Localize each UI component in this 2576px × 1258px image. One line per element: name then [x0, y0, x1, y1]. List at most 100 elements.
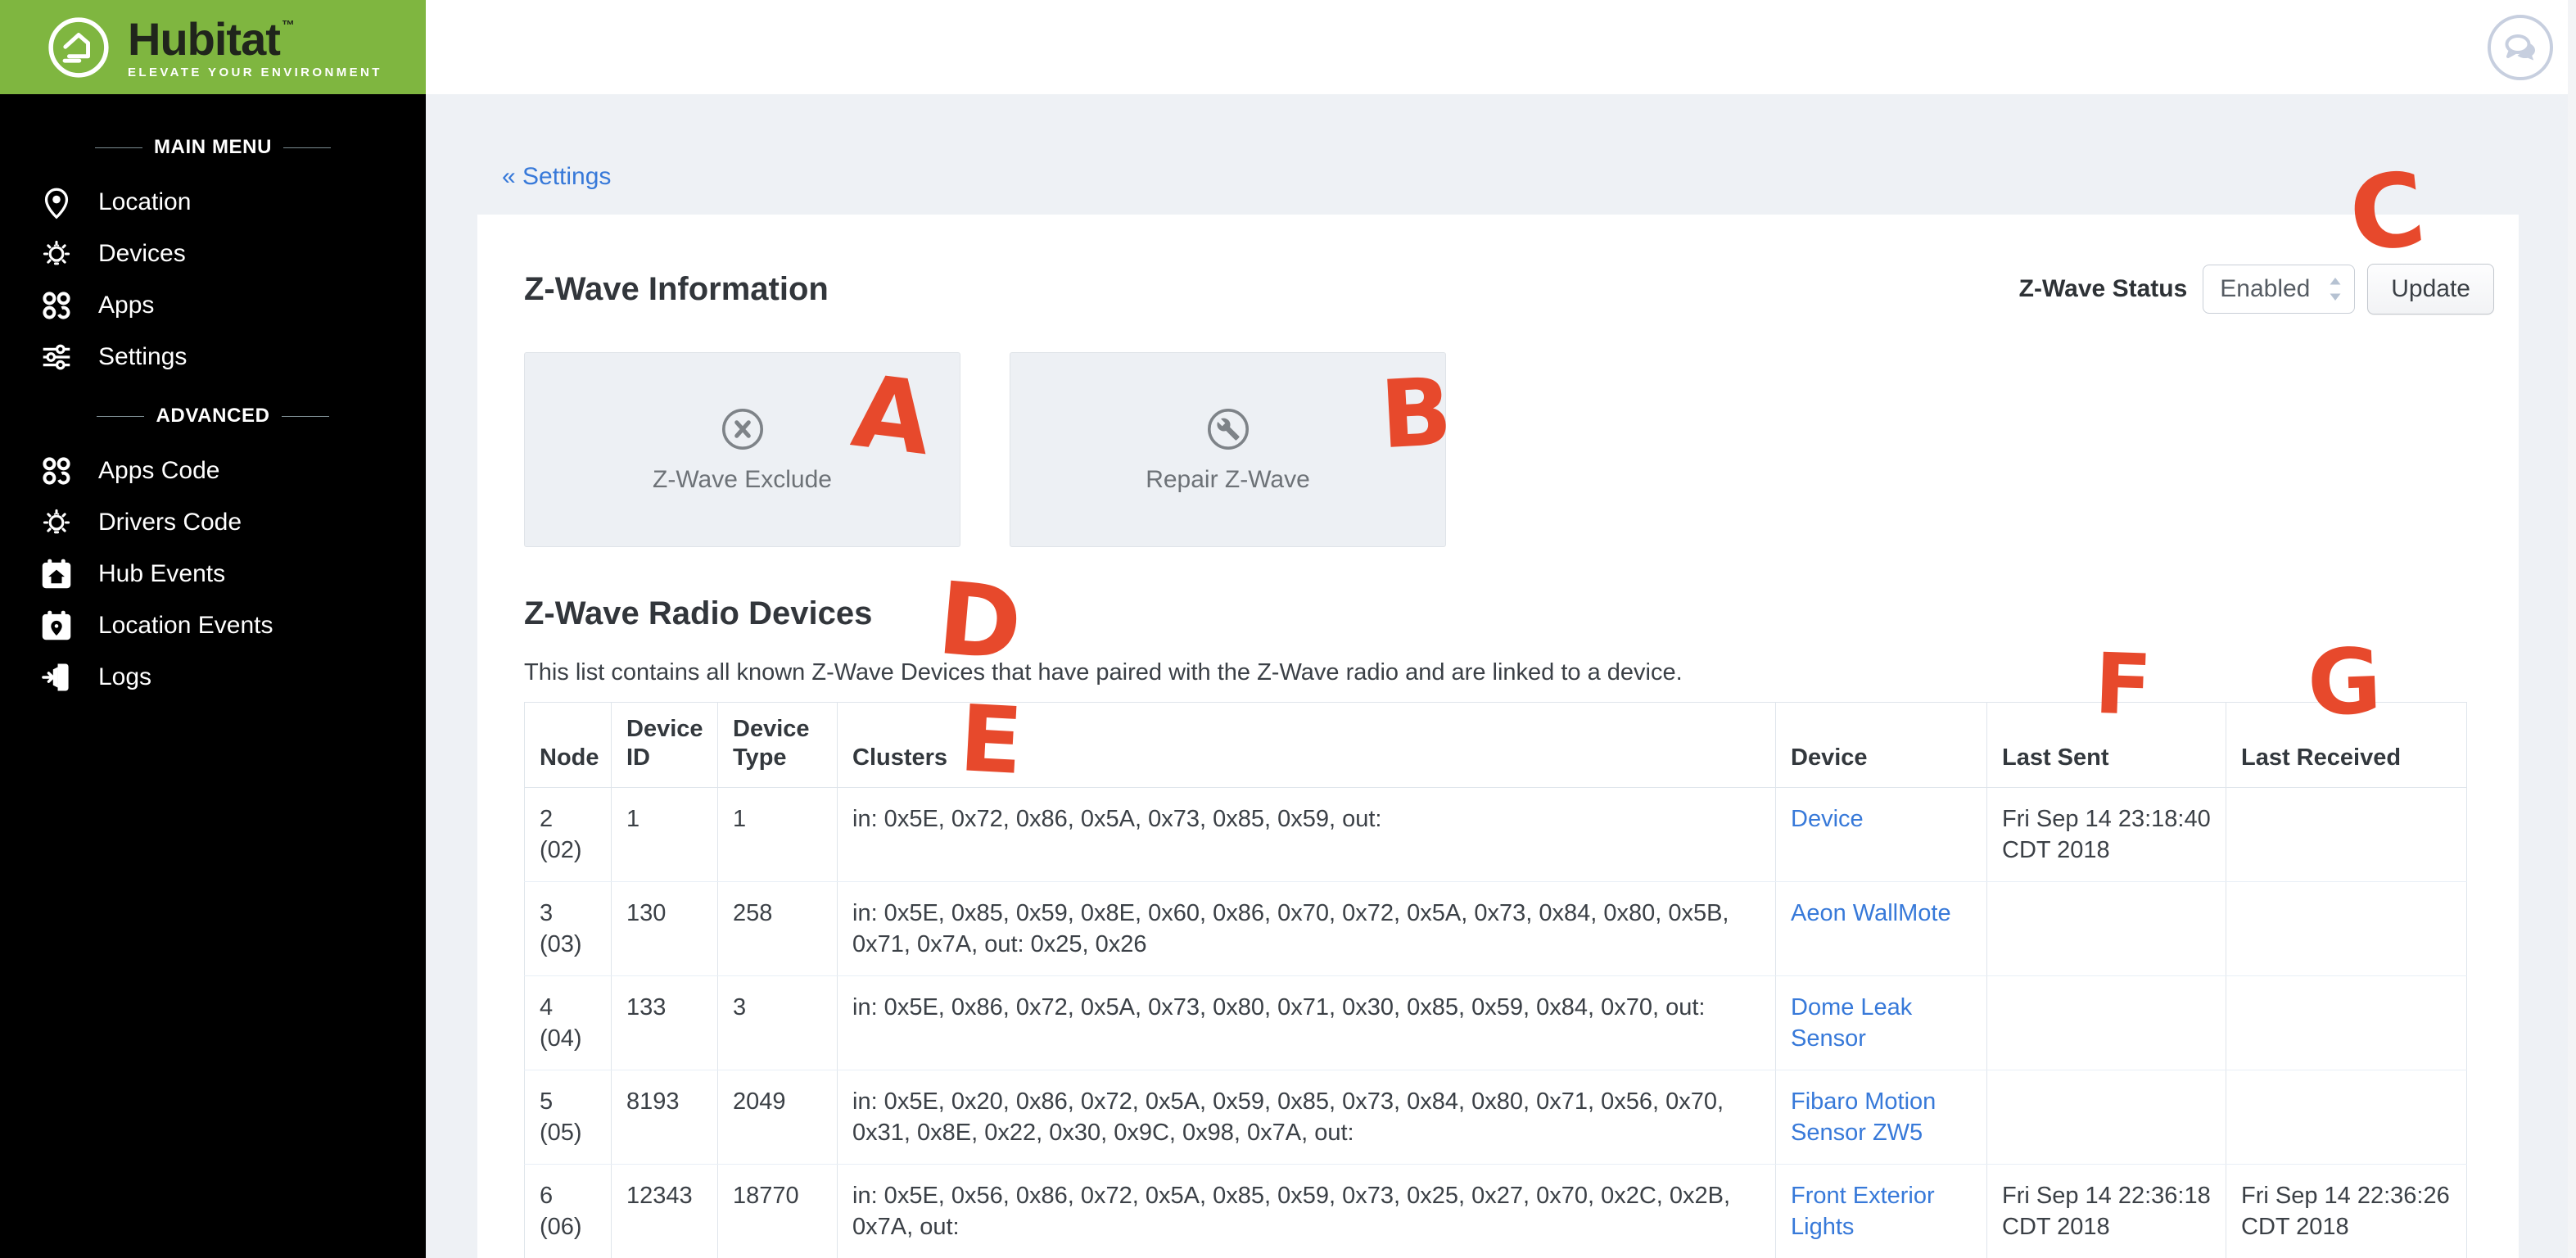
sidebar-item-settings[interactable]: Settings — [0, 331, 426, 382]
sidebar-item-devices[interactable]: Devices — [0, 228, 426, 279]
sidebar-item-location-events[interactable]: Location Events — [0, 600, 426, 651]
sidebar-item-label: Settings — [98, 342, 188, 370]
sidebar-item-label: Devices — [98, 239, 186, 267]
cell-device-type: 3 — [717, 975, 838, 1070]
settings-sliders-icon — [43, 344, 70, 369]
sidebar-item-hub-events[interactable]: Hub Events — [0, 548, 426, 600]
chat-bubbles-icon[interactable] — [2484, 11, 2556, 84]
radio-devices-description: This list contains all known Z-Wave Devi… — [524, 659, 1683, 686]
cell-node: 6 (06) — [524, 1164, 612, 1258]
circle-x-icon — [721, 408, 763, 450]
cell-device-type: 18770 — [717, 1164, 838, 1258]
topbar: Hubitat ™ ELEVATE YOUR ENVIRONMENT — [0, 0, 2576, 94]
device-link[interactable]: Aeon WallMote — [1791, 900, 1951, 926]
col-device-type: Device Type — [717, 702, 838, 788]
col-device: Device — [1775, 702, 1987, 788]
col-last-sent: Last Sent — [1986, 702, 2226, 788]
cell-device-id: 12343 — [611, 1164, 718, 1258]
divider — [283, 147, 332, 148]
table-row: 3 (03) 130 258 in: 0x5E, 0x85, 0x59, 0x8… — [524, 881, 2467, 976]
cell-device-type: 1 — [717, 787, 838, 882]
cell-clusters: in: 0x5E, 0x20, 0x86, 0x72, 0x5A, 0x59, … — [837, 1070, 1776, 1165]
sidebar-item-drivers-code[interactable]: Drivers Code — [0, 496, 426, 548]
cell-clusters: in: 0x5E, 0x86, 0x72, 0x5A, 0x73, 0x80, … — [837, 975, 1776, 1070]
sidebar-item-label: Drivers Code — [98, 508, 242, 536]
devices-bulb-icon — [43, 240, 70, 265]
sidebar-section-main-menu: MAIN MENU — [0, 135, 426, 160]
cell-clusters: in: 0x5E, 0x56, 0x86, 0x72, 0x5A, 0x85, … — [837, 1164, 1776, 1258]
table-header-row: Node Device ID Device Type Clusters Devi… — [524, 702, 2467, 788]
repair-zwave-button[interactable]: Repair Z-Wave — [1010, 352, 1446, 547]
table-row: 4 (04) 133 3 in: 0x5E, 0x86, 0x72, 0x5A,… — [524, 975, 2467, 1070]
calendar-pin-icon — [42, 610, 71, 640]
breadcrumb-settings-link[interactable]: « Settings — [502, 163, 611, 190]
cell-node: 5 (05) — [524, 1070, 612, 1165]
cell-device: Fibaro Motion Sensor ZW5 — [1775, 1070, 1987, 1165]
divider — [94, 147, 142, 148]
zwave-status-select[interactable]: Enabled — [2203, 265, 2356, 314]
hubitat-house-icon — [48, 16, 109, 78]
select-arrows-icon — [2330, 278, 2341, 301]
col-clusters: Clusters — [837, 702, 1776, 788]
device-link[interactable]: Front Exterior Lights — [1791, 1183, 1935, 1240]
device-link[interactable]: Dome Leak Sensor — [1791, 994, 1912, 1052]
sidebar-item-label: Logs — [98, 663, 152, 690]
sidebar-item-label: Location — [98, 188, 192, 215]
sidebar-item-logs[interactable]: Logs — [0, 651, 426, 703]
cell-device-id: 130 — [611, 881, 718, 976]
divider — [97, 415, 145, 417]
cell-device: Aeon WallMote — [1775, 881, 1987, 976]
cell-device-type: 2049 — [717, 1070, 838, 1165]
cell-last-received — [2226, 881, 2467, 976]
section-label: MAIN MENU — [153, 136, 273, 158]
cell-node: 4 (04) — [524, 975, 612, 1070]
brand-trademark: ™ — [281, 18, 295, 33]
zwave-exclude-button[interactable]: Z-Wave Exclude — [524, 352, 960, 547]
cell-device-id: 1 — [611, 787, 718, 882]
zwave-actions: Z-Wave Exclude Repair Z-Wave — [524, 352, 2494, 547]
apps-circles-icon — [43, 456, 70, 485]
cell-node: 2 (02) — [524, 787, 612, 882]
cell-device: Device — [1775, 787, 1987, 882]
sidebar-item-label: Hub Events — [98, 559, 226, 587]
radio-devices-title: Z-Wave Radio Devices — [524, 595, 873, 631]
cell-device: Front Exterior Lights — [1775, 1164, 1987, 1258]
sidebar-item-label: Location Events — [98, 611, 273, 639]
cell-last-received: Fri Sep 14 22:36:26 CDT 2018 — [2226, 1164, 2467, 1258]
device-link[interactable]: Fibaro Motion Sensor ZW5 — [1791, 1088, 1936, 1146]
device-link[interactable]: Device — [1791, 806, 1864, 832]
zwave-exclude-label: Z-Wave Exclude — [653, 466, 832, 493]
cell-last-received — [2226, 787, 2467, 882]
logo-text: Hubitat ™ ELEVATE YOUR ENVIRONMENT — [128, 16, 382, 79]
sidebar-item-label: Apps — [98, 291, 155, 319]
hubitat-logo[interactable]: Hubitat ™ ELEVATE YOUR ENVIRONMENT — [0, 0, 426, 94]
cell-last-received — [2226, 1070, 2467, 1165]
door-exit-icon — [42, 663, 69, 690]
zwave-status-group: Z-Wave Status Enabled Update — [2019, 264, 2494, 314]
breadcrumb: « Settings — [426, 94, 2576, 195]
section-label: ADVANCED — [156, 405, 270, 427]
cell-last-sent — [1986, 975, 2226, 1070]
cell-device: Dome Leak Sensor — [1775, 975, 1987, 1070]
cell-device-type: 258 — [717, 881, 838, 976]
cell-node: 3 (03) — [524, 881, 612, 976]
calendar-house-icon — [42, 559, 71, 588]
apps-circles-icon — [43, 291, 70, 319]
sidebar-item-apps[interactable]: Apps — [0, 279, 426, 331]
cell-clusters: in: 0x5E, 0x85, 0x59, 0x8E, 0x60, 0x86, … — [837, 881, 1776, 976]
brand-tagline: ELEVATE YOUR ENVIRONMENT — [128, 65, 382, 79]
sidebar-item-location[interactable]: Location — [0, 176, 426, 228]
zwave-information-card: Z-Wave Information Z-Wave Status Enabled… — [477, 215, 2519, 1258]
sidebar-item-apps-code[interactable]: Apps Code — [0, 445, 426, 496]
brand-name: Hubitat ™ — [128, 12, 295, 65]
update-button[interactable]: Update — [2367, 264, 2494, 314]
circle-wrench-icon — [1207, 408, 1249, 450]
table-row: 5 (05) 8193 2049 in: 0x5E, 0x20, 0x86, 0… — [524, 1070, 2467, 1165]
table-row: 6 (06) 12343 18770 in: 0x5E, 0x56, 0x86,… — [524, 1164, 2467, 1258]
scrollbar[interactable] — [2568, 0, 2576, 1258]
cell-last-sent — [1986, 1070, 2226, 1165]
sidebar-item-label: Apps Code — [98, 456, 220, 484]
zwave-status-label: Z-Wave Status — [2018, 275, 2188, 302]
cell-clusters: in: 0x5E, 0x72, 0x86, 0x5A, 0x73, 0x85, … — [837, 787, 1776, 882]
cell-last-sent: Fri Sep 14 23:18:40 CDT 2018 — [1986, 787, 2226, 882]
